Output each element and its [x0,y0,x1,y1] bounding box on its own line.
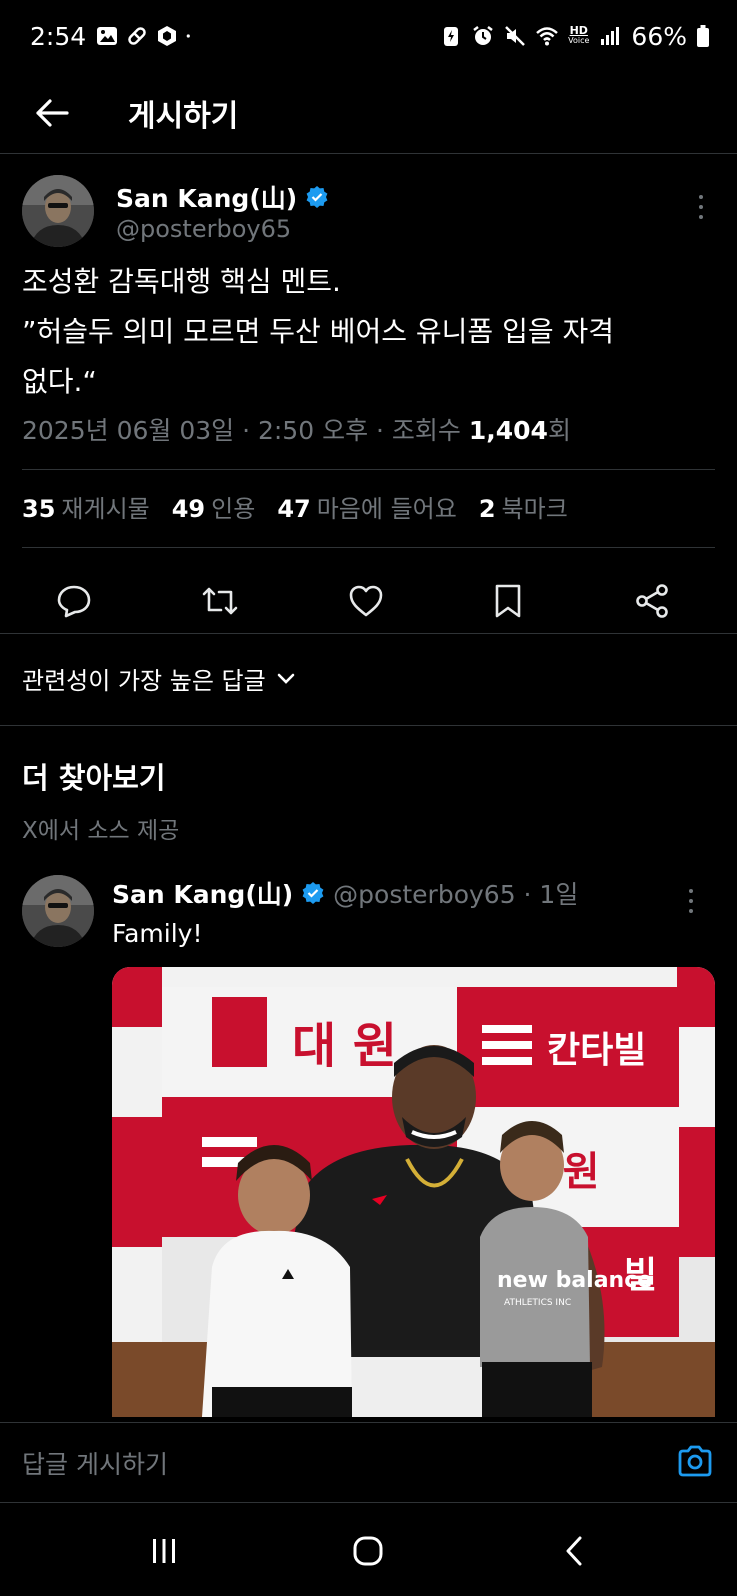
gallery-icon [97,27,118,45]
author-name[interactable]: San Kang(山) [112,875,293,911]
voice-label: Voice [568,36,590,45]
hd-label: HD [569,24,588,37]
discover-title: 더 찾아보기 [22,761,166,795]
divider [0,633,737,634]
reply-composer: 답글 게시하기 [0,1422,737,1502]
post-actions [0,565,737,635]
share-icon [636,584,668,618]
replies-sort-label: 관련성이 가장 높은 답글 [22,667,266,695]
battery-icon [697,25,709,47]
post-meta: 2025년 06월 03일 · 2:50 오후 · 조회수 1,404회 [22,411,571,447]
post-date: 2025년 06월 03일 · 2:50 오후 · 조회수 [22,416,469,445]
dot-icon [186,34,191,38]
author-name-text: San Kang(山) [116,184,298,213]
heart-icon [349,585,383,617]
repost-button[interactable] [198,579,242,623]
likes-stat[interactable]: 47 마음에 들어요 [277,489,457,524]
post-author[interactable]: San Kang(山) @posterboy65 [22,175,712,249]
back-nav-button[interactable] [552,1531,596,1571]
view-count: 1,404 [468,416,548,445]
status-bar: 2:54 HD Voice 66% [0,0,737,72]
repost-icon [202,587,238,615]
more-options-button[interactable] [691,191,711,223]
bookmark-button[interactable] [486,579,530,623]
back-button[interactable] [28,89,76,137]
replies-sort-dropdown[interactable]: 관련성이 가장 높은 답글 [22,661,296,696]
discover-subtitle: X에서 소스 제공 [22,818,180,844]
battery-saver-icon [444,27,459,46]
reply-input[interactable]: 답글 게시하기 [22,1445,168,1481]
post-text: 조성환 감독대행 핵심 멘트. ”허슬두 의미 모르면 두산 베어스 유니폼 입… [22,265,615,398]
pill-icon [128,27,146,45]
feed-post-header: San Kang(山) @posterboy65 · 1일 [112,875,578,911]
reposts-stat[interactable]: 35 재게시물 [22,489,150,524]
system-nav-bar [0,1502,737,1596]
author-handle: @posterboy65 · 1일 [333,880,579,909]
status-right: HD Voice 66% [440,22,709,51]
hd-voice-badge: HD Voice [568,24,590,46]
avatar[interactable] [22,875,94,947]
share-button[interactable] [630,579,674,623]
sign-text-1: 대 원 [292,1018,397,1074]
shirt-subtext: ATHLETICS INC [504,1298,571,1308]
like-button[interactable] [344,579,388,623]
more-options-button[interactable] [681,885,701,917]
sign-text-2: 칸타빌 [547,1030,646,1071]
reply-icon [57,585,91,618]
avatar-image [22,175,94,247]
page-title: 게시하기 [128,98,239,134]
verified-badge-icon [302,882,324,904]
home-button[interactable] [346,1531,390,1571]
notification-icons [96,25,196,47]
post-stats: 35 재게시물 49 인용 47 마음에 들어요 2 북마크 [22,489,568,524]
divider [22,469,715,470]
divider [22,547,715,548]
photo-image: 대 원 칸타빌 대 원 빌 [112,967,715,1417]
camera-button[interactable] [675,1441,715,1481]
status-left: 2:54 [30,22,196,51]
battery-percent: 66% [631,21,687,51]
signal-icon [601,27,620,45]
recent-apps-icon [153,1539,175,1563]
bookmarks-stat[interactable]: 2 북마크 [479,489,568,524]
recent-apps-button[interactable] [142,1531,186,1571]
bookmark-icon [495,584,521,618]
avatar-image [22,875,94,947]
clock: 2:54 [30,21,87,51]
back-chevron-icon [566,1536,582,1566]
camera-icon [678,1445,712,1477]
author-name: San Kang(山) [116,179,329,215]
feed-post-text: Family! [112,919,203,948]
author-handle: @posterboy65 [116,215,292,243]
view-suffix: 회 [547,416,571,445]
mute-icon [505,26,526,46]
cube-icon [158,26,177,46]
alarm-icon [473,26,493,45]
home-icon [353,1536,383,1566]
divider [0,725,737,726]
reply-button[interactable] [52,579,96,623]
quotes-stat[interactable]: 49 인용 [172,489,256,524]
shirt-text: new balance [497,1268,652,1293]
verified-badge-icon [306,186,328,208]
wifi-icon [536,27,558,46]
back-arrow-icon [36,98,69,127]
avatar[interactable] [22,175,94,247]
top-app-bar: 게시하기 [0,72,737,154]
chevron-down-icon [277,673,294,684]
post-photo[interactable]: 대 원 칸타빌 대 원 빌 [112,967,715,1417]
